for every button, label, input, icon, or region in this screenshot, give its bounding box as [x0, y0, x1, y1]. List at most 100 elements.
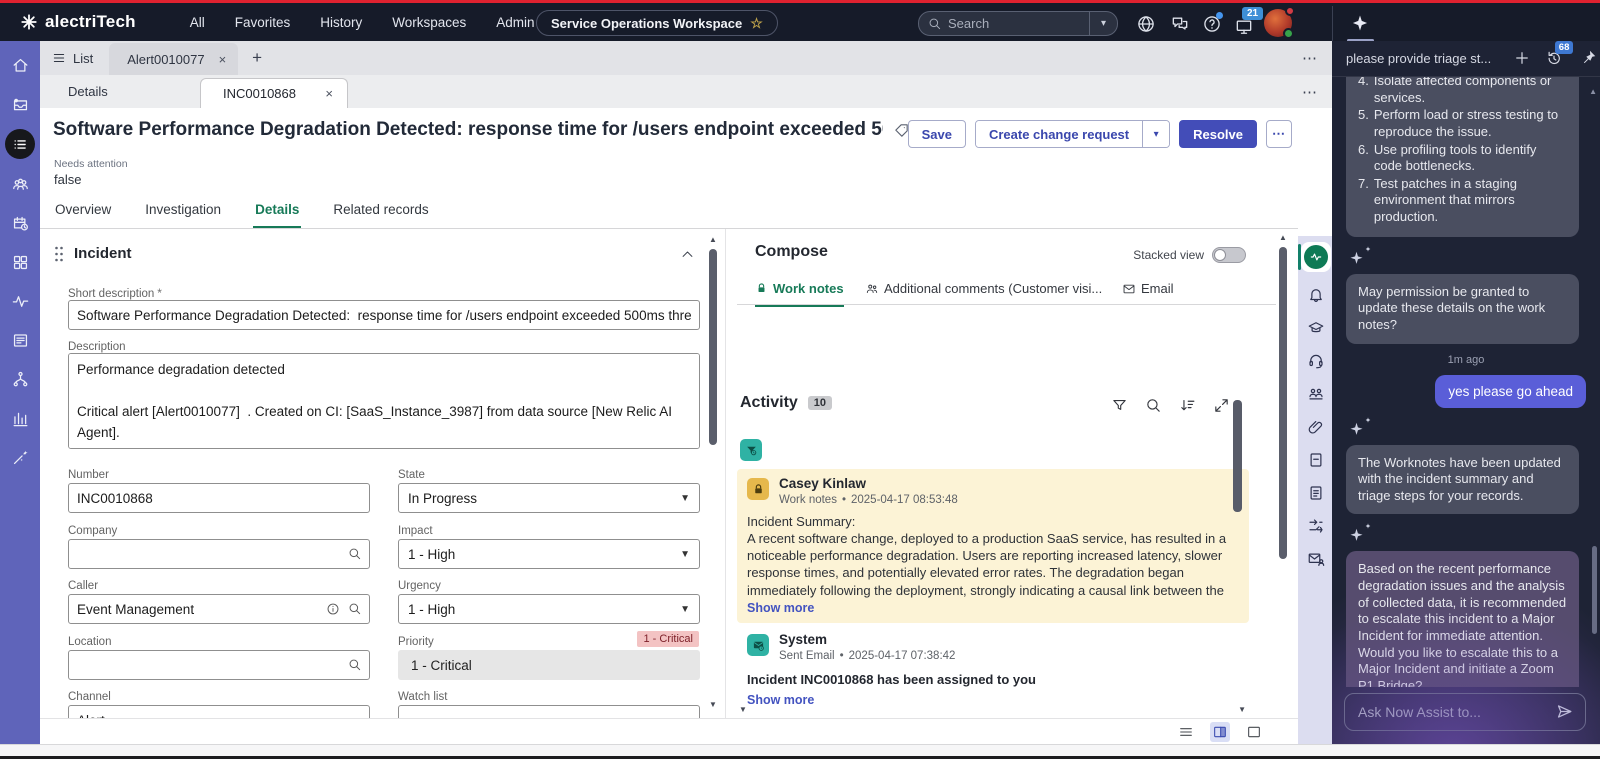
scroll-up-icon[interactable]: ▲	[1279, 233, 1287, 242]
show-more-link[interactable]: Show more	[747, 601, 814, 615]
tab-details[interactable]: Details	[253, 194, 301, 228]
nav-favorites[interactable]: Favorites	[235, 15, 291, 30]
state-select[interactable]: In Progress▼	[398, 483, 700, 513]
resolve-button[interactable]: Resolve	[1179, 120, 1257, 148]
user-avatar[interactable]	[1264, 9, 1292, 37]
impact-select[interactable]: 1 - High▼	[398, 539, 700, 569]
search-scope-caret[interactable]: ▾	[1089, 12, 1117, 35]
split-view-toggle-icon[interactable]	[1210, 722, 1230, 742]
form-scrollbar-thumb[interactable]	[709, 249, 717, 445]
assist-conversation-title[interactable]: please provide triage st...	[1346, 51, 1501, 66]
workflow-route-icon[interactable]	[1306, 516, 1326, 536]
scroll-down-icon[interactable]: ▼	[739, 705, 747, 714]
collapse-section-icon[interactable]	[680, 247, 696, 263]
location-input[interactable]	[68, 650, 370, 680]
favorite-star-icon[interactable]: ☆	[750, 15, 763, 32]
list-view-toggle-icon[interactable]	[1176, 722, 1196, 742]
nav-history[interactable]: History	[320, 15, 362, 30]
rail-forms-icon[interactable]	[6, 326, 34, 354]
show-more-link[interactable]: Show more	[747, 693, 814, 707]
activity-scrollbar-thumb[interactable]	[1233, 400, 1242, 512]
new-tab-button[interactable]: +	[238, 41, 276, 75]
form-scrollbar[interactable]: ▲ ▼	[707, 233, 719, 711]
history-icon[interactable]: 68	[1545, 49, 1565, 69]
activity-filter-chip-icon[interactable]	[740, 439, 762, 461]
mail-contact-icon[interactable]	[1306, 549, 1326, 569]
company-input[interactable]	[68, 539, 370, 569]
full-view-toggle-icon[interactable]	[1244, 722, 1264, 742]
save-button[interactable]: Save	[908, 120, 966, 148]
rail-reports-icon[interactable]	[6, 404, 34, 432]
number-input[interactable]	[68, 483, 370, 513]
rail-pulse-icon[interactable]	[6, 287, 34, 315]
rail-calendar-icon[interactable]	[6, 209, 34, 237]
tab-investigation[interactable]: Investigation	[143, 194, 223, 228]
scroll-down-icon[interactable]: ▼	[1238, 705, 1246, 714]
chat-scrollbar-thumb[interactable]	[1592, 546, 1597, 634]
pin-panel-icon[interactable]	[1580, 49, 1600, 69]
rail-flows-icon[interactable]	[6, 365, 34, 393]
tab-list[interactable]: List	[40, 41, 109, 75]
nav-all[interactable]: All	[190, 15, 205, 30]
tab-overview[interactable]: Overview	[53, 194, 113, 228]
create-change-request-button[interactable]: Create change request	[976, 121, 1142, 147]
entry-author[interactable]: System	[779, 632, 827, 647]
subtab-details[interactable]: Details	[40, 75, 198, 108]
record-more-button[interactable]: ⋯	[1266, 120, 1292, 148]
document-icon[interactable]	[1306, 450, 1326, 470]
connected-screens-icon[interactable]	[1234, 17, 1254, 37]
workspace-pill[interactable]: Service Operations Workspace ☆	[536, 10, 778, 36]
create-change-request-caret[interactable]: ▾	[1142, 121, 1169, 147]
close-tab-icon[interactable]: ×	[219, 52, 227, 67]
chat-scroll-up-icon[interactable]: ▲	[1589, 87, 1597, 96]
tab-related-records[interactable]: Related records	[331, 194, 430, 228]
send-icon[interactable]	[1555, 702, 1575, 722]
company-lookup-icon[interactable]	[348, 547, 363, 562]
rail-home-icon[interactable]	[6, 51, 34, 79]
watch-list-input[interactable]	[398, 705, 700, 718]
rail-inbox-icon[interactable]	[6, 90, 34, 118]
global-search[interactable]: ▾	[918, 11, 1118, 36]
rail-apps-icon[interactable]	[6, 248, 34, 276]
tab-row-more-button[interactable]: ⋯	[1302, 49, 1318, 67]
rail-list-icon[interactable]	[5, 129, 35, 159]
close-subtab-icon[interactable]: ×	[325, 86, 333, 101]
new-conversation-icon[interactable]	[1513, 49, 1533, 69]
record-scrollbar[interactable]: ▲	[1277, 233, 1290, 718]
activity-filter-icon[interactable]	[1111, 397, 1128, 414]
activity-sort-icon[interactable]	[1179, 397, 1196, 414]
learning-cap-icon[interactable]	[1306, 318, 1326, 338]
search-input[interactable]	[948, 16, 1089, 31]
subtab-row-more-button[interactable]: ⋯	[1302, 83, 1318, 101]
now-assist-sparkle-icon[interactable]	[1350, 13, 1370, 33]
channel-input[interactable]	[68, 705, 370, 718]
activity-search-icon[interactable]	[1145, 397, 1162, 414]
entry-author[interactable]: Casey Kinlaw	[779, 476, 866, 491]
rail-groups-icon[interactable]	[6, 170, 34, 198]
nav-admin[interactable]: Admin	[496, 15, 534, 30]
caller-info-icon[interactable]	[326, 602, 341, 617]
urgency-select[interactable]: 1 - High▼	[398, 594, 700, 624]
notifications-bell-icon[interactable]	[1306, 285, 1326, 305]
drag-grip-icon[interactable]	[54, 246, 64, 262]
support-headset-icon[interactable]	[1306, 351, 1326, 371]
stacked-view-toggle[interactable]	[1212, 247, 1246, 263]
description-textarea[interactable]: Performance degradation detected Critica…	[68, 353, 700, 449]
short-description-input[interactable]	[68, 300, 700, 330]
location-lookup-icon[interactable]	[348, 658, 363, 673]
record-scrollbar-thumb[interactable]	[1279, 247, 1287, 559]
nav-workspaces[interactable]: Workspaces	[392, 15, 466, 30]
attachments-paperclip-icon[interactable]	[1306, 417, 1326, 437]
notes-document-icon[interactable]	[1306, 483, 1326, 503]
subtab-incident[interactable]: INC0010868 ×	[200, 78, 348, 108]
tab-additional-comments[interactable]: Additional comments (Customer visi...	[865, 281, 1102, 305]
assist-input[interactable]	[1358, 704, 1555, 720]
caller-input[interactable]	[68, 594, 370, 624]
scroll-up-icon[interactable]: ▲	[709, 235, 717, 244]
tab-alert-record[interactable]: Alert0010077 ×	[109, 43, 238, 75]
collaboration-icon[interactable]	[1306, 384, 1326, 404]
now-assist-rail-icon[interactable]	[1301, 242, 1331, 272]
globe-icon[interactable]	[1136, 14, 1156, 34]
tab-email[interactable]: Email	[1122, 281, 1174, 305]
tab-work-notes[interactable]: Work notes	[755, 281, 844, 307]
